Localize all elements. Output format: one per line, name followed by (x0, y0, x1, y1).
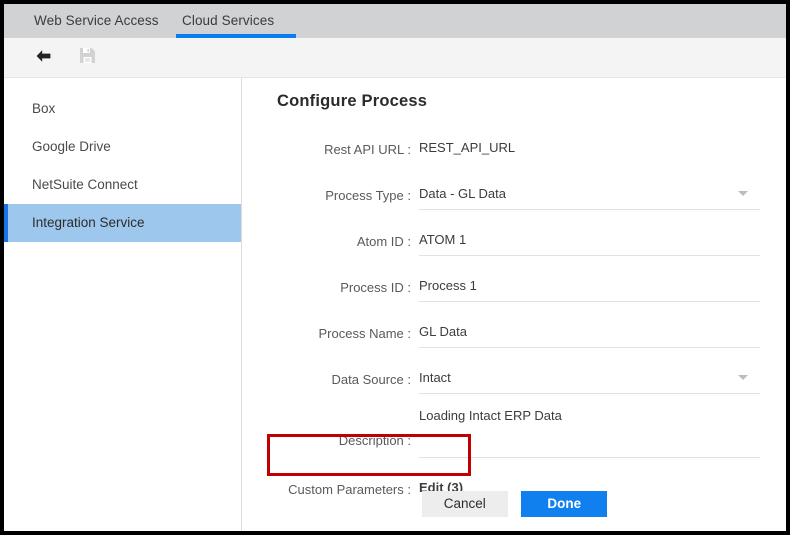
process-id-input[interactable]: Process 1 (419, 268, 760, 302)
field-row-data-source: Data Source : Intact (243, 360, 786, 406)
field-underline (419, 209, 760, 210)
field-underline (419, 301, 760, 302)
field-row-process-name: Process Name : GL Data (243, 314, 786, 360)
sidebar-item-netsuite-connect[interactable]: NetSuite Connect (4, 166, 241, 204)
field-label: Data Source : (331, 372, 412, 387)
data-source-select[interactable]: Intact (419, 360, 760, 394)
field-value: Data - GL Data (419, 186, 506, 201)
field-label: Atom ID : (356, 234, 411, 249)
field-label: Process Name : (318, 326, 411, 341)
tab-cloud-services[interactable]: Cloud Services (182, 4, 274, 38)
field-value: Process 1 (419, 278, 477, 293)
field-underline (419, 457, 760, 458)
back-button[interactable] (30, 46, 56, 70)
done-button[interactable]: Done (521, 491, 608, 517)
field-underline (419, 393, 760, 394)
application-window: Web Service Access Cloud Services Box Go… (0, 0, 790, 535)
field-row-process-type: Process Type : Data - GL Data (243, 176, 786, 222)
sidebar-item-label: Integration Service (32, 215, 145, 230)
cancel-button[interactable]: Cancel (421, 491, 508, 517)
sidebar-item-box[interactable]: Box (4, 90, 241, 128)
form-actions: Cancel Done (243, 491, 786, 517)
field-value: GL Data (419, 324, 467, 339)
process-name-input[interactable]: GL Data (419, 314, 760, 348)
field-underline (419, 347, 760, 348)
field-value: REST_API_URL (419, 140, 516, 155)
sidebar-item-label: Box (32, 101, 56, 116)
configure-process-form: Rest API URL : REST_API_URL Process Type… (243, 130, 786, 510)
process-type-select[interactable]: Data - GL Data (419, 176, 760, 210)
sidebar-item-label: Google Drive (32, 139, 111, 154)
sidebar-item-google-drive[interactable]: Google Drive (4, 128, 241, 166)
field-value: ATOM 1 (419, 232, 467, 247)
field-row-process-id: Process ID : Process 1 (243, 268, 786, 314)
page-title: Configure Process (277, 92, 428, 110)
chevron-down-icon (738, 191, 748, 196)
back-arrow-icon (35, 49, 52, 68)
tab-web-service-access[interactable]: Web Service Access (34, 4, 159, 38)
field-row-description: Description : Loading Intact ERP Data (243, 406, 786, 468)
field-row-atom-id: Atom ID : ATOM 1 (243, 222, 786, 268)
sidebar: Box Google Drive NetSuite Connect Integr… (4, 78, 242, 531)
sidebar-item-integration-service[interactable]: Integration Service (4, 204, 241, 242)
rest-api-url-input[interactable]: REST_API_URL (419, 130, 760, 164)
field-row-rest-api-url: Rest API URL : REST_API_URL (243, 130, 786, 176)
field-underline (419, 255, 760, 256)
save-button[interactable] (74, 46, 100, 70)
toolbar (4, 38, 786, 78)
field-label: Description : (338, 433, 411, 448)
field-label: Process ID : (340, 280, 411, 295)
save-disk-icon (79, 47, 96, 69)
tab-bar: Web Service Access Cloud Services (4, 4, 786, 38)
atom-id-input[interactable]: ATOM 1 (419, 222, 760, 256)
field-label: Rest API URL : (324, 142, 411, 157)
sidebar-item-label: NetSuite Connect (32, 177, 138, 192)
configure-process-panel: Configure Process Rest API URL : REST_AP… (243, 78, 786, 531)
content-area: Box Google Drive NetSuite Connect Integr… (4, 78, 786, 531)
field-value: Loading Intact ERP Data (419, 408, 562, 423)
chevron-down-icon (738, 375, 748, 380)
field-value: Intact (419, 370, 451, 385)
field-label: Process Type : (325, 188, 411, 203)
description-textarea[interactable]: Loading Intact ERP Data (419, 406, 760, 458)
